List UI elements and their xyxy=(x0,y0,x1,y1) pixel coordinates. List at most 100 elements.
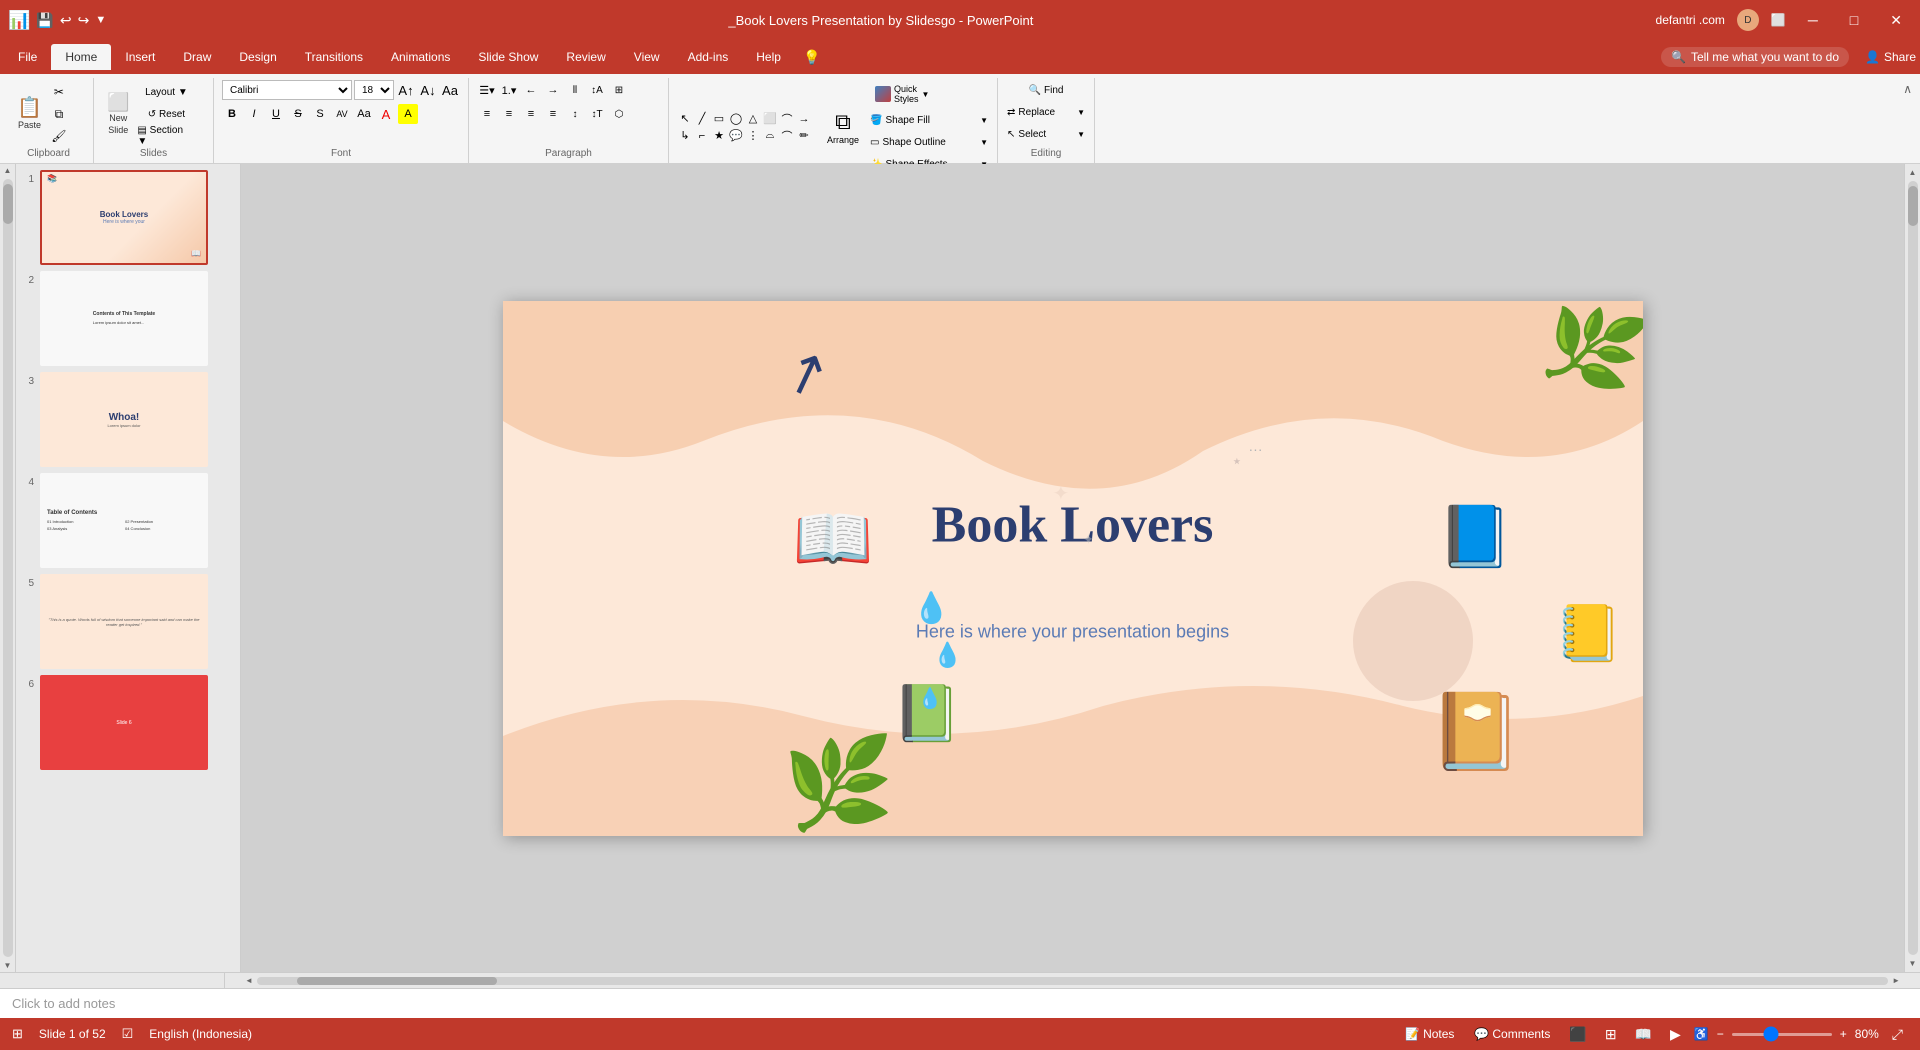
reading-view-button[interactable]: 📖 xyxy=(1630,1024,1657,1045)
zoom-in-icon[interactable]: + xyxy=(1840,1027,1847,1041)
layout-button[interactable]: Layout ▼ xyxy=(136,82,196,102)
slide-sorter-button[interactable]: ⊞ xyxy=(1600,1024,1622,1045)
vscroll-thumb[interactable] xyxy=(1908,186,1918,226)
cut-button[interactable]: ✂ xyxy=(49,82,69,102)
notes-bar[interactable]: Click to add notes xyxy=(0,988,1920,1018)
tab-slideshow[interactable]: Slide Show xyxy=(464,44,552,70)
line-shape[interactable]: ╱ xyxy=(694,111,710,127)
minimize-button[interactable]: ─ xyxy=(1798,8,1828,32)
decrease-indent-button[interactable]: ← xyxy=(521,80,541,100)
highlight-button[interactable]: A xyxy=(398,104,418,124)
hscroll-left[interactable]: ◄ xyxy=(245,976,253,985)
slide-item-4[interactable]: 4 Table of Contents 01 Introduction 02 P… xyxy=(20,473,236,568)
slide-item-3[interactable]: 3 Whoa! Lorem ipsum dolor xyxy=(20,372,236,467)
notes-placeholder[interactable]: Click to add notes xyxy=(12,996,115,1011)
hscroll-right[interactable]: ► xyxy=(1892,976,1900,985)
share-button[interactable]: 👤 Share xyxy=(1865,50,1916,64)
rect2-shape[interactable]: ⬜ xyxy=(762,111,778,127)
align-text-button[interactable]: ↕T xyxy=(587,104,607,124)
arc-shape[interactable]: ⌓ xyxy=(762,128,778,144)
tell-me-box[interactable]: 🔍 Tell me what you want to do xyxy=(1661,47,1849,67)
shape-fill-button[interactable]: 🪣 Shape Fill ▼ xyxy=(869,110,989,130)
char-spacing-button[interactable]: AV xyxy=(332,104,352,124)
italic-button[interactable]: I xyxy=(244,104,264,124)
oval-shape[interactable]: ◯ xyxy=(728,111,744,127)
shadow-button[interactable]: S xyxy=(310,104,330,124)
reset-button[interactable]: ↺ Reset xyxy=(136,104,196,124)
slide-thumb-4[interactable]: Table of Contents 01 Introduction 02 Pre… xyxy=(40,473,208,568)
star-shape[interactable]: ★ xyxy=(711,128,727,144)
quick-styles-dropdown[interactable]: ▼ xyxy=(922,90,930,99)
copy-button[interactable]: ⧉ xyxy=(49,104,69,124)
notes-button[interactable]: 📝 Notes xyxy=(1399,1024,1460,1044)
tab-design[interactable]: Design xyxy=(225,44,290,70)
tab-insert[interactable]: Insert xyxy=(111,44,169,70)
tab-file[interactable]: File xyxy=(4,44,51,70)
slide-thumb-2[interactable]: Contents of This Template Lorem ipsum do… xyxy=(40,271,208,366)
shape-outline-button[interactable]: ▭ Shape Outline ▼ xyxy=(869,132,989,152)
tab-view[interactable]: View xyxy=(620,44,674,70)
zoom-slider[interactable] xyxy=(1732,1033,1832,1036)
slide-thumb-1[interactable]: Book Lovers Here is where your 📚 📖 xyxy=(40,170,208,265)
scroll-up-arrow[interactable]: ▲ xyxy=(2,164,14,177)
connect-shape[interactable]: ⌒ xyxy=(779,128,795,144)
comments-button[interactable]: 💬 Comments xyxy=(1468,1024,1556,1044)
new-slide-button[interactable]: ⬜ New Slide xyxy=(102,90,134,138)
select-dropdown[interactable]: ▼ xyxy=(1077,130,1085,139)
tab-addins[interactable]: Add-ins xyxy=(674,44,743,70)
vscroll-down-arrow[interactable]: ▼ xyxy=(1907,957,1919,970)
maximize-button[interactable]: □ xyxy=(1840,8,1868,32)
slide-item-1[interactable]: 1 Book Lovers Here is where your 📚 📖 xyxy=(20,170,236,265)
tri-shape[interactable]: △ xyxy=(745,111,761,127)
align-center-button[interactable]: ≡ xyxy=(499,104,519,124)
smart-art-button[interactable]: ⊞ xyxy=(609,80,629,100)
justify-button[interactable]: ≡ xyxy=(543,104,563,124)
tab-animations[interactable]: Animations xyxy=(377,44,464,70)
align-right-button[interactable]: ≡ xyxy=(521,104,541,124)
font-family-select[interactable]: Calibri xyxy=(222,80,352,100)
restore-icon[interactable]: ⬜ xyxy=(1771,13,1786,27)
slide-thumb-5[interactable]: "This is a quote. Words full of wisdom t… xyxy=(40,574,208,669)
vscroll-up-arrow[interactable]: ▲ xyxy=(1907,166,1919,179)
slide-subtitle[interactable]: Here is where your presentation begins xyxy=(916,622,1229,643)
select-shape[interactable]: ↖ xyxy=(677,111,693,127)
select-button[interactable]: ↖ Select ▼ xyxy=(1006,124,1086,144)
bullets-button[interactable]: ☰▾ xyxy=(477,80,497,100)
customize-icon[interactable]: ▼ xyxy=(95,14,106,26)
scroll-thumb[interactable] xyxy=(3,184,13,224)
hscroll-thumb[interactable] xyxy=(297,977,497,985)
scroll-down-arrow[interactable]: ▼ xyxy=(2,959,14,972)
increase-indent-button[interactable]: → xyxy=(543,80,563,100)
rect-shape[interactable]: ▭ xyxy=(711,111,727,127)
corner-shape[interactable]: ⌐ xyxy=(694,128,710,144)
font-size-select[interactable]: 18 xyxy=(354,80,394,100)
columns-button[interactable]: ⫴ xyxy=(565,80,585,100)
arrow-shape[interactable]: → xyxy=(796,111,812,127)
increase-font-button[interactable]: A↑ xyxy=(396,80,416,100)
strikethrough-button[interactable]: S xyxy=(288,104,308,124)
arrange-button[interactable]: ⧉ Arrange xyxy=(821,105,865,149)
shape-fill-dropdown[interactable]: ▼ xyxy=(980,116,988,125)
bend-shape[interactable]: ↳ xyxy=(677,128,693,144)
tab-review[interactable]: Review xyxy=(552,44,619,70)
callout-shape[interactable]: 💬 xyxy=(728,128,744,144)
font-color-button[interactable]: A xyxy=(376,104,396,124)
slide-title[interactable]: Book Lovers xyxy=(932,496,1214,555)
shape-outline-dropdown[interactable]: ▼ xyxy=(980,138,988,147)
decrease-font-button[interactable]: A↓ xyxy=(418,80,438,100)
convert-to-smartart-button[interactable]: ⬡ xyxy=(609,104,629,124)
numbering-button[interactable]: 1.▾ xyxy=(499,80,519,100)
curve-shape[interactable]: ⌒ xyxy=(779,111,795,127)
zoom-out-icon[interactable]: − xyxy=(1717,1027,1724,1041)
replace-dropdown[interactable]: ▼ xyxy=(1077,108,1085,117)
layout-check-icon[interactable]: ☑ xyxy=(122,1026,134,1042)
clear-format-button[interactable]: Aa xyxy=(440,80,460,100)
save-icon[interactable]: 💾 xyxy=(36,12,53,29)
format-painter-button[interactable]: 🖌 xyxy=(49,126,69,146)
quick-styles-button[interactable]: QuickStyles ▼ xyxy=(869,80,989,108)
line-spacing-button[interactable]: ↕ xyxy=(565,104,585,124)
fit-window-button[interactable]: ⤢ xyxy=(1887,1024,1908,1045)
slide-thumb-3[interactable]: Whoa! Lorem ipsum dolor xyxy=(40,372,208,467)
tab-home[interactable]: Home xyxy=(51,44,111,70)
undo-icon[interactable]: ↩ xyxy=(60,12,72,29)
